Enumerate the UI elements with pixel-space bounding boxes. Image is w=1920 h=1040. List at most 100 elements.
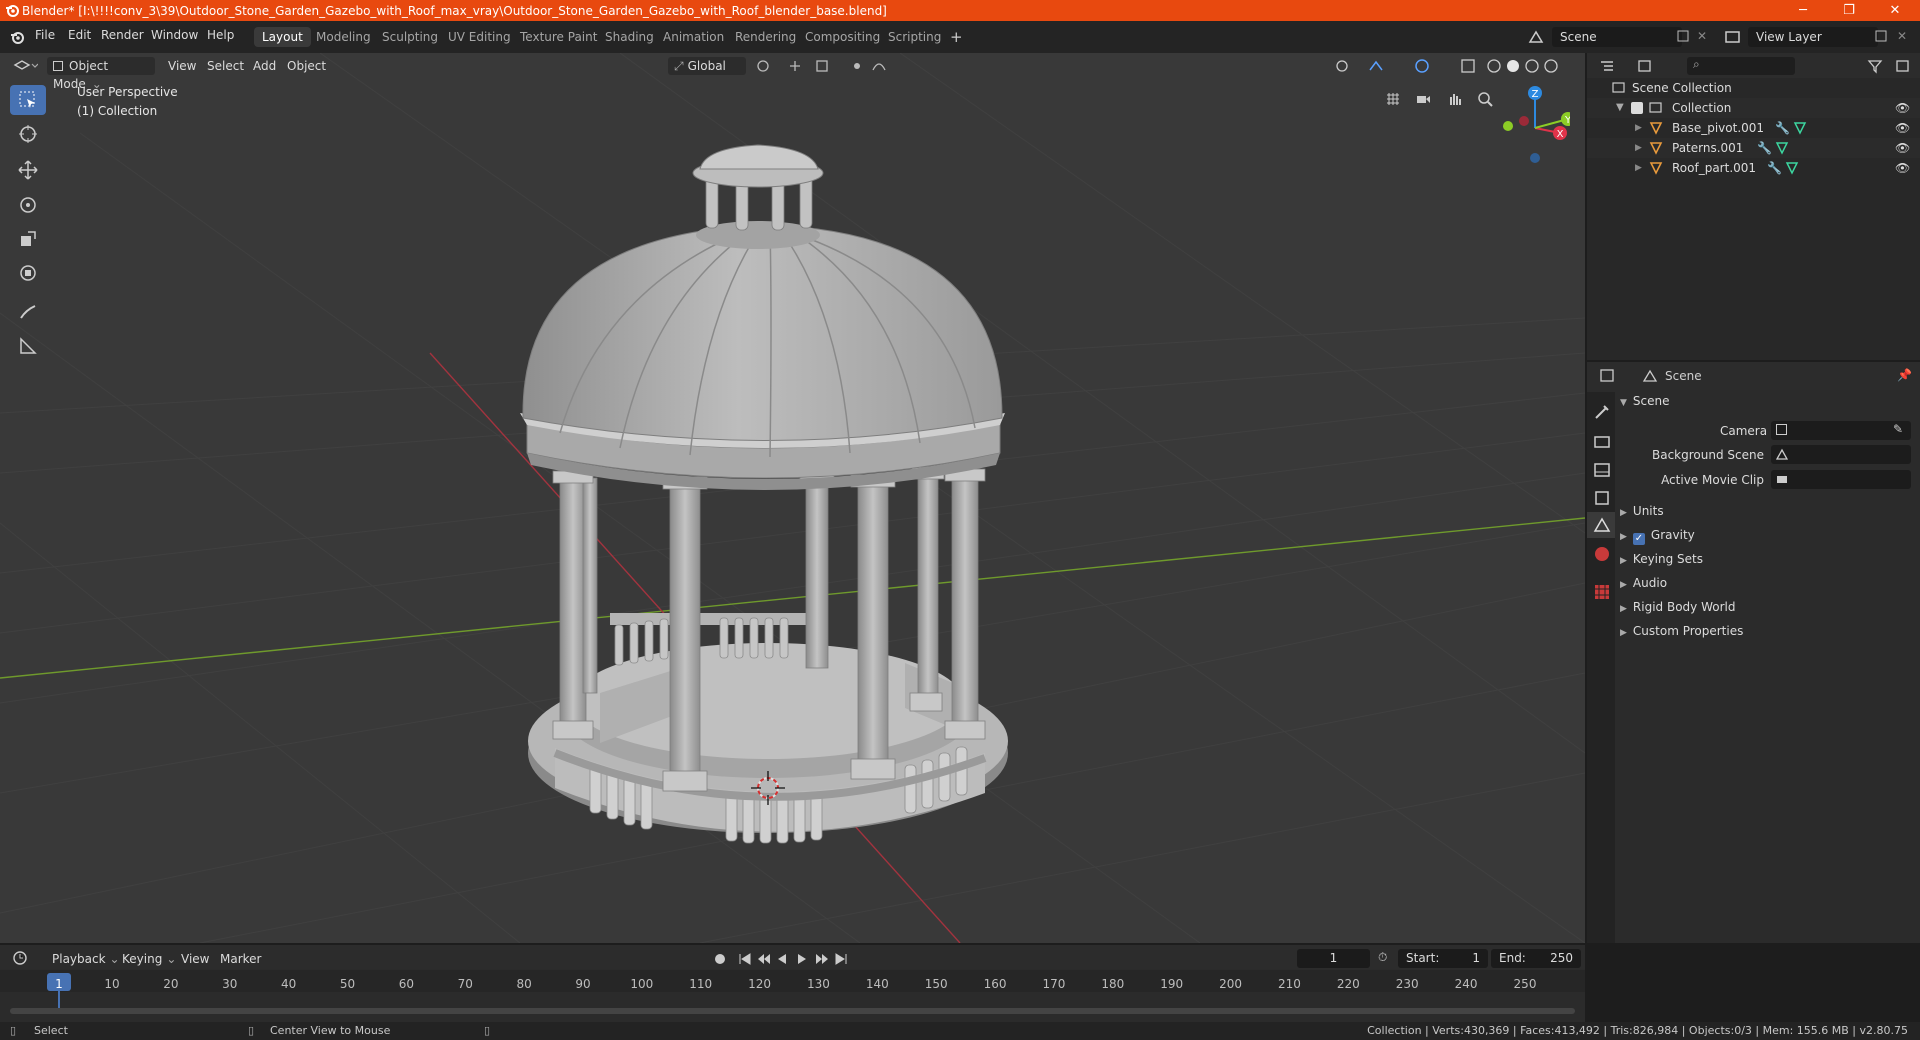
view-layer-selector[interactable]: View Layer xyxy=(1748,27,1878,47)
menu-timeline-view[interactable]: View xyxy=(175,950,215,968)
visibility-eye-icon[interactable]: 👁 xyxy=(1895,98,1910,118)
view-layer-tab-icon[interactable] xyxy=(1592,488,1612,508)
end-frame-field[interactable]: End: 250 xyxy=(1491,949,1581,968)
menu-window[interactable]: Window xyxy=(151,28,198,42)
menu-object[interactable]: Object xyxy=(281,57,332,75)
render-tab-icon[interactable] xyxy=(1592,432,1612,452)
playback-controls[interactable] xyxy=(712,951,857,967)
zoom-view-button[interactable] xyxy=(1472,86,1498,112)
expand-arrow-icon[interactable]: ▶ xyxy=(1635,138,1642,158)
tab-compositing[interactable]: Compositing xyxy=(797,27,888,47)
editor-type-icon[interactable] xyxy=(12,56,38,74)
menu-add[interactable]: Add xyxy=(247,57,282,75)
outliner-row-collection[interactable]: ▼ Collection 👁 xyxy=(1587,98,1920,118)
view-layer-icon[interactable] xyxy=(1724,28,1742,46)
menu-marker[interactable]: Marker xyxy=(214,950,267,968)
minimize-button[interactable]: ─ xyxy=(1780,0,1826,21)
expand-arrow-icon[interactable]: ▶ xyxy=(1635,158,1642,178)
menu-render[interactable]: Render xyxy=(101,28,144,42)
background-scene-field[interactable] xyxy=(1771,445,1911,464)
menu-help[interactable]: Help xyxy=(207,28,234,42)
transform-orientation-dropdown[interactable]: ⤢ Global xyxy=(668,57,746,75)
delete-scene-icon[interactable]: ✕ xyxy=(1697,29,1707,43)
timeline-editor-icon[interactable] xyxy=(12,950,38,966)
outliner-search-input[interactable]: ⌕ xyxy=(1687,57,1795,75)
scene-selector[interactable]: Scene xyxy=(1552,27,1682,47)
menu-playback[interactable]: Playback ⌄ xyxy=(46,950,126,968)
audio-panel-header[interactable]: ▶ Audio xyxy=(1620,576,1667,590)
custom-properties-panel-header[interactable]: ▶ Custom Properties xyxy=(1620,624,1743,638)
outliner-editor-icon[interactable] xyxy=(1599,58,1629,74)
outliner-row-object[interactable]: ▶ Paterns.001 🔧 👁 xyxy=(1587,138,1920,158)
new-view-layer-icon[interactable] xyxy=(1874,29,1888,43)
mesh-data-icon[interactable] xyxy=(1785,161,1799,175)
navigation-gizmo[interactable]: Z X Y xyxy=(1490,83,1570,163)
delete-view-layer-icon[interactable]: ✕ xyxy=(1897,29,1907,43)
modifier-wrench-icon[interactable]: 🔧 xyxy=(1757,138,1772,158)
tab-texture-paint[interactable]: Texture Paint xyxy=(512,27,605,47)
close-button[interactable]: ✕ xyxy=(1872,0,1918,21)
gazebo-model[interactable] xyxy=(520,144,1008,844)
tool-tab-icon[interactable] xyxy=(1592,402,1612,422)
transform-tool[interactable] xyxy=(10,258,46,288)
menu-file[interactable]: File xyxy=(35,28,55,42)
viewport-scene[interactable] xyxy=(0,53,1585,943)
stopwatch-icon[interactable]: ⏱ xyxy=(1378,950,1387,965)
keying-sets-panel-header[interactable]: ▶ Keying Sets xyxy=(1620,552,1703,566)
mesh-data-icon[interactable] xyxy=(1793,121,1807,135)
tab-scripting[interactable]: Scripting xyxy=(880,27,949,47)
scene-tab-icon[interactable] xyxy=(1592,515,1612,535)
camera-view-button[interactable] xyxy=(1410,86,1436,112)
move-tool[interactable] xyxy=(10,155,46,185)
tab-uv-editing[interactable]: UV Editing xyxy=(440,27,519,47)
pin-icon[interactable]: 📌 xyxy=(1897,368,1912,382)
new-scene-icon[interactable] xyxy=(1676,29,1690,43)
active-movie-clip-field[interactable] xyxy=(1771,470,1911,489)
texture-tab-icon[interactable] xyxy=(1592,582,1612,602)
display-mode-icon[interactable] xyxy=(1637,58,1667,74)
visibility-eye-icon[interactable]: 👁 xyxy=(1895,138,1910,158)
collapse-arrow-icon[interactable]: ▼ xyxy=(1616,98,1624,118)
maximize-button[interactable]: ❐ xyxy=(1826,0,1872,21)
output-tab-icon[interactable] xyxy=(1592,460,1612,480)
tab-animation[interactable]: Animation xyxy=(655,27,732,47)
menu-select[interactable]: Select xyxy=(201,57,250,75)
outliner-row-object[interactable]: ▶ Base_pivot.001 🔧 👁 xyxy=(1587,118,1920,138)
blender-menu-icon[interactable] xyxy=(9,29,25,45)
add-workspace-button[interactable]: + xyxy=(942,27,971,47)
scene-panel-header[interactable]: ▼ Scene xyxy=(1620,394,1670,408)
tab-sculpting[interactable]: Sculpting xyxy=(374,27,446,47)
select-box-tool[interactable] xyxy=(10,85,46,115)
modifier-wrench-icon[interactable]: 🔧 xyxy=(1767,158,1782,178)
viewport-shading-icons[interactable] xyxy=(1332,58,1582,74)
tab-modeling[interactable]: Modeling xyxy=(308,27,379,47)
menu-view[interactable]: View xyxy=(162,57,202,75)
outliner-row-object[interactable]: ▶ Roof_part.001 🔧 👁 xyxy=(1587,158,1920,178)
toggle-view-button[interactable] xyxy=(1380,86,1406,112)
gravity-panel-header[interactable]: ▶ ✓ Gravity xyxy=(1620,528,1695,545)
rigid-body-world-panel-header[interactable]: ▶ Rigid Body World xyxy=(1620,600,1735,614)
camera-field[interactable]: ✎ xyxy=(1771,421,1911,440)
tab-layout[interactable]: Layout xyxy=(254,27,311,47)
filter-icon[interactable] xyxy=(1867,58,1887,74)
visibility-eye-icon[interactable]: 👁 xyxy=(1895,158,1910,178)
menu-keying[interactable]: Keying ⌄ xyxy=(116,950,182,968)
timeline-scrollbar[interactable] xyxy=(10,1008,1575,1014)
pan-view-button[interactable] xyxy=(1441,86,1467,112)
snapping-pivot-icons[interactable] xyxy=(755,58,890,74)
modifier-wrench-icon[interactable]: 🔧 xyxy=(1775,118,1790,138)
collection-checkbox[interactable] xyxy=(1631,102,1643,114)
world-tab-icon[interactable] xyxy=(1592,544,1612,564)
rotate-tool[interactable] xyxy=(10,190,46,220)
annotate-tool[interactable] xyxy=(10,297,46,327)
gravity-checkbox[interactable]: ✓ xyxy=(1632,533,1645,545)
properties-editor-icon[interactable] xyxy=(1599,368,1627,384)
object-mode-dropdown[interactable]: Object Mode ⌄ xyxy=(47,57,155,91)
tab-rendering[interactable]: Rendering xyxy=(727,27,804,47)
current-frame-field[interactable]: 1 xyxy=(1297,949,1370,968)
menu-edit[interactable]: Edit xyxy=(68,28,91,42)
units-panel-header[interactable]: ▶ Units xyxy=(1620,504,1664,518)
visibility-eye-icon[interactable]: 👁 xyxy=(1895,118,1910,138)
expand-arrow-icon[interactable]: ▶ xyxy=(1635,118,1642,138)
scale-tool[interactable] xyxy=(10,224,46,254)
